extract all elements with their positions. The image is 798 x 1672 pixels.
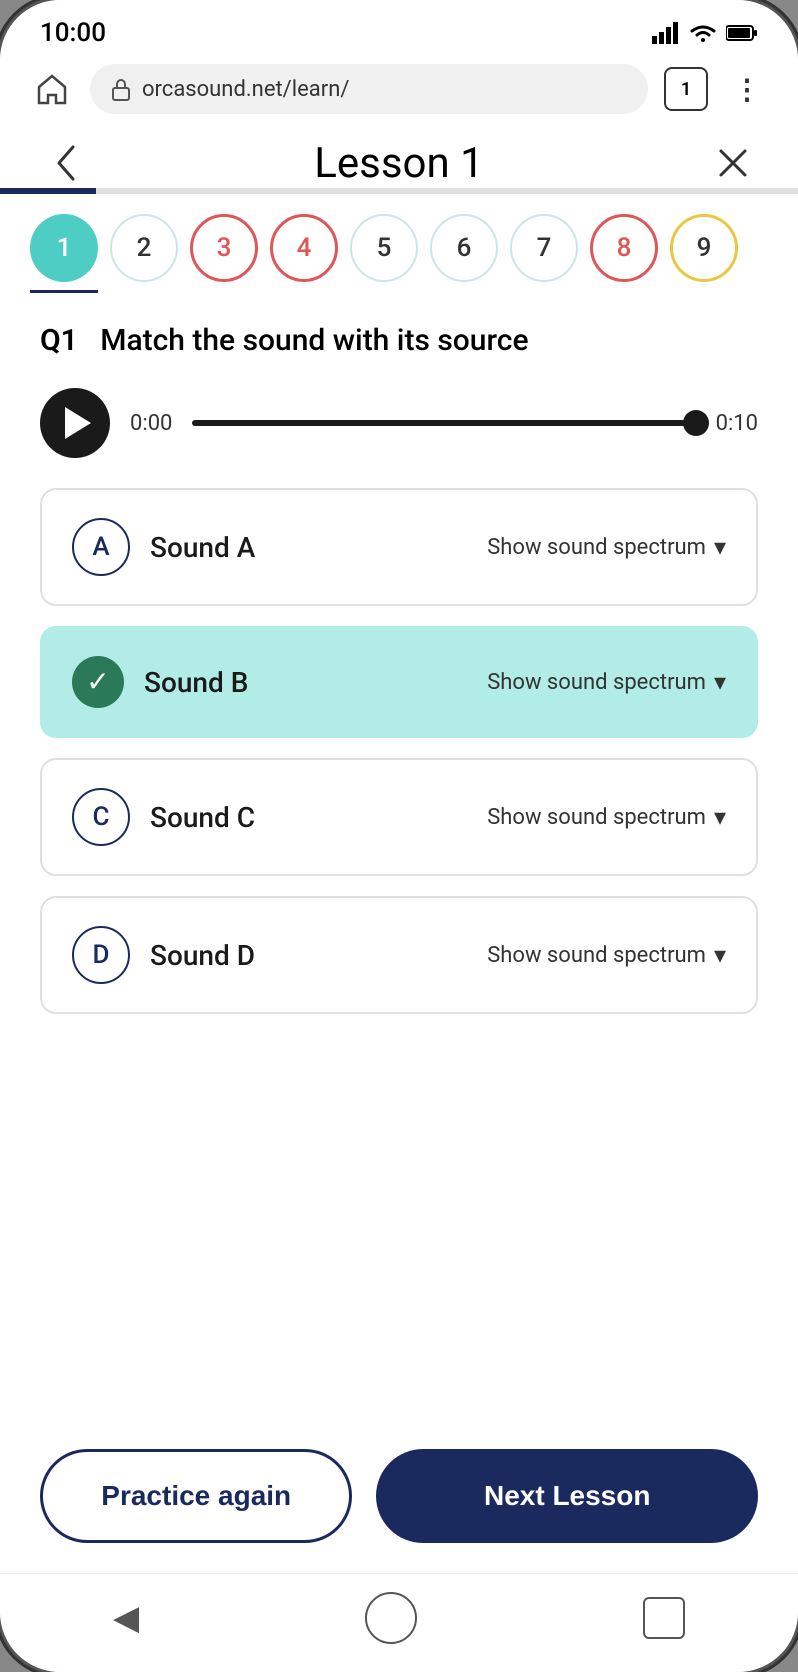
show-spectrum-b[interactable]: Show sound spectrum ▾ — [487, 668, 726, 696]
show-spectrum-c[interactable]: Show sound spectrum ▾ — [487, 803, 726, 831]
check-icon-b: ✓ — [86, 668, 109, 696]
address-bar[interactable]: orcasound.net/learn/ — [90, 64, 648, 114]
status-icons — [652, 22, 758, 44]
step-indicators: 1 2 3 4 5 6 7 8 9 — [0, 194, 798, 282]
option-circle-a: A — [72, 518, 130, 576]
sound-option-c[interactable]: C Sound C Show sound spectrum ▾ — [40, 758, 758, 876]
show-spectrum-d[interactable]: Show sound spectrum ▾ — [487, 941, 726, 969]
signal-icon — [652, 22, 680, 44]
option-label-d: Sound D — [150, 939, 467, 972]
step-7[interactable]: 7 — [510, 214, 578, 282]
step-underline — [0, 282, 798, 293]
close-button[interactable] — [708, 138, 758, 188]
chevron-down-icon-d: ▾ — [714, 941, 726, 969]
practice-again-button[interactable]: Practice again — [40, 1449, 352, 1543]
step-4[interactable]: 4 — [270, 214, 338, 282]
bottom-actions: Practice again Next Lesson — [0, 1429, 798, 1573]
option-circle-d: D — [72, 926, 130, 984]
step-3[interactable]: 3 — [190, 214, 258, 282]
option-label-a: Sound A — [150, 531, 467, 564]
sound-option-a[interactable]: A Sound A Show sound spectrum ▾ — [40, 488, 758, 606]
phone-frame: 1 0:00 — [0, 0, 798, 1672]
show-spectrum-d-text: Show sound spectrum — [487, 943, 706, 968]
nav-back-button[interactable]: ◀ — [113, 1598, 139, 1638]
lock-icon — [110, 76, 132, 102]
show-spectrum-b-text: Show sound spectrum — [487, 670, 706, 695]
step-6[interactable]: 6 — [430, 214, 498, 282]
time-start: 0:00 — [130, 411, 172, 436]
sound-option-b[interactable]: ✓ Sound B Show sound spectrum ▾ — [40, 626, 758, 738]
battery-icon — [726, 24, 758, 42]
back-button[interactable] — [40, 138, 90, 188]
show-spectrum-a[interactable]: Show sound spectrum ▾ — [487, 533, 726, 561]
nav-recents-button[interactable] — [643, 1597, 685, 1639]
phone-screen: 1 0:00 — [0, 0, 798, 1672]
step-8[interactable]: 8 — [590, 214, 658, 282]
show-spectrum-a-text: Show sound spectrum — [487, 535, 706, 560]
menu-button[interactable]: ⋮ — [724, 67, 768, 111]
step-1[interactable]: 1 — [30, 214, 98, 282]
option-circle-b: ✓ — [72, 656, 124, 708]
option-circle-c: C — [72, 788, 130, 846]
step-5[interactable]: 5 — [350, 214, 418, 282]
option-label-c: Sound C — [150, 801, 467, 834]
chevron-down-icon-a: ▾ — [714, 533, 726, 561]
option-label-b: Sound B — [144, 666, 467, 699]
wifi-icon — [688, 22, 718, 44]
time-end: 0:10 — [716, 411, 758, 436]
browser-bar: orcasound.net/learn/ 1 ⋮ — [0, 56, 798, 122]
step-9[interactable]: 9 — [670, 214, 738, 282]
show-spectrum-c-text: Show sound spectrum — [487, 805, 706, 830]
sound-option-d[interactable]: D Sound D Show sound spectrum ▾ — [40, 896, 758, 1014]
nav-bar: ◀ — [0, 1573, 798, 1672]
nav-home-button[interactable] — [365, 1592, 417, 1644]
step-2[interactable]: 2 — [110, 214, 178, 282]
tab-button[interactable]: 1 — [664, 67, 708, 111]
audio-progress-track[interactable] — [192, 420, 695, 426]
lesson-title: Lesson 1 — [314, 139, 483, 188]
audio-player: 0:00 0:10 — [40, 388, 758, 458]
play-button[interactable] — [40, 388, 110, 458]
home-button[interactable] — [30, 67, 74, 111]
app-header: Lesson 1 — [0, 122, 798, 188]
question-label: Q1 Match the sound with its source — [40, 323, 758, 358]
status-bar: 10:00 — [0, 0, 798, 56]
chevron-down-icon-c: ▾ — [714, 803, 726, 831]
status-time: 10:00 — [40, 18, 106, 48]
play-icon — [65, 407, 91, 439]
next-lesson-button[interactable]: Next Lesson — [376, 1449, 758, 1543]
url-text: orcasound.net/learn/ — [142, 77, 349, 102]
audio-progress-thumb[interactable] — [683, 410, 709, 436]
chevron-down-icon-b: ▾ — [714, 668, 726, 696]
main-content: Q1 Match the sound with its source 0:00 … — [0, 293, 798, 1429]
